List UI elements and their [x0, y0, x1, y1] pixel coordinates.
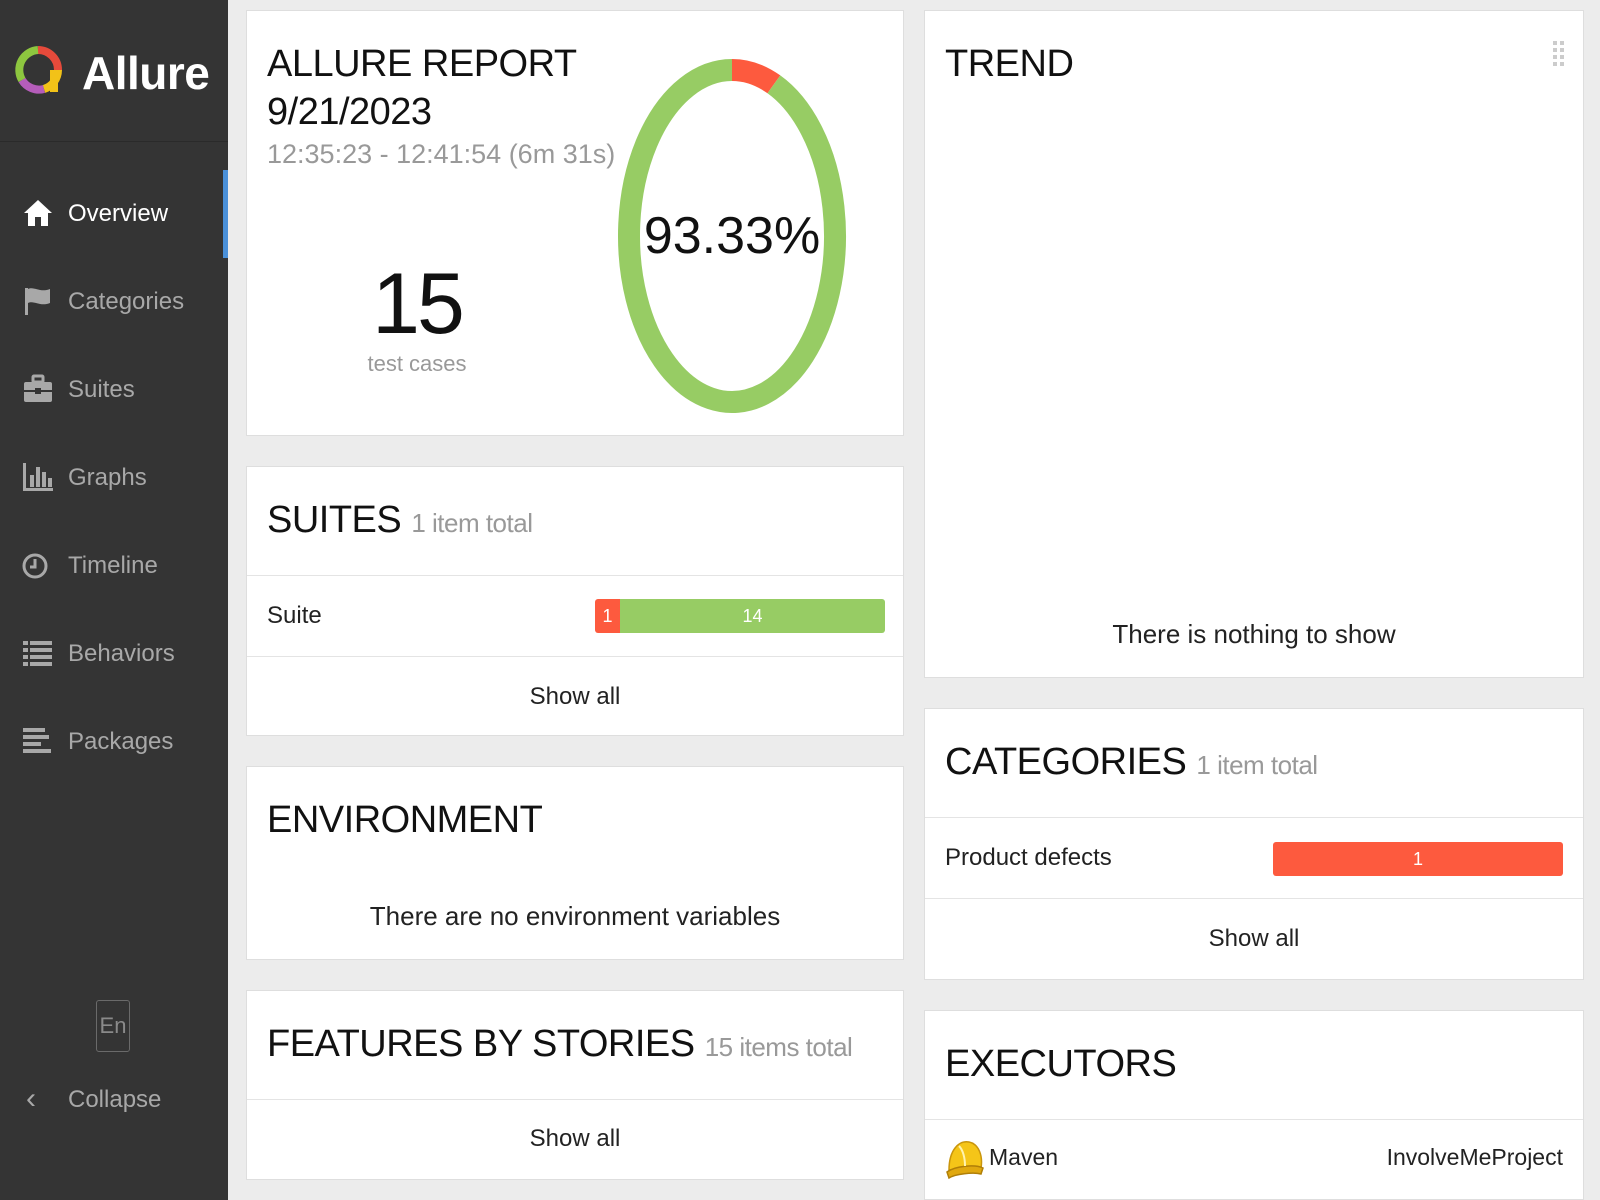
executors-title: EXECUTORS	[945, 1043, 1177, 1085]
collapse-label: Collapse	[68, 1086, 162, 1113]
environment-widget: ENVIRONMENT There are no environment var…	[246, 766, 904, 960]
suites-show-all-link[interactable]: Show all	[247, 683, 903, 711]
flag-icon	[25, 288, 50, 315]
failed-slice[interactable]	[731, 59, 781, 94]
passed-segment[interactable]: 14	[620, 599, 885, 633]
environment-title: ENVIRONMENT	[267, 799, 543, 841]
sidebar: Allure Overview Categories Suites Graphs…	[0, 0, 228, 1200]
sidebar-item-overview[interactable]: Overview	[0, 170, 228, 258]
suite-status-bar[interactable]: 1 14	[595, 599, 885, 633]
sidebar-item-label: Categories	[68, 288, 185, 315]
features-widget: FEATURES BY STORIES 15 items total Show …	[246, 990, 904, 1180]
chevron-left-icon: ‹	[26, 1082, 36, 1115]
suite-row[interactable]: Suite 1 14	[247, 576, 903, 656]
success-rate-donut[interactable]: 93.33%	[607, 51, 857, 431]
executor-name: Maven	[989, 1144, 1059, 1170]
categories-count: 1 item total	[1196, 750, 1318, 780]
trend-empty-message: There is nothing to show	[1112, 619, 1396, 649]
sidebar-item-label: Graphs	[68, 464, 147, 491]
category-row[interactable]: Product defects 1	[925, 818, 1583, 898]
failed-segment[interactable]: 1	[595, 599, 620, 633]
sidebar-item-timeline[interactable]: Timeline	[0, 522, 228, 610]
categories-widget: CATEGORIES 1 item total Product defects …	[924, 708, 1584, 980]
sidebar-item-label: Suites	[68, 376, 135, 403]
environment-empty-message: There are no environment variables	[369, 901, 781, 931]
executors-widget: EXECUTORS Maven InvolveMeProject	[924, 1010, 1584, 1200]
executor-project: InvolveMeProject	[1386, 1144, 1563, 1170]
home-icon	[24, 200, 52, 226]
features-title-row: FEATURES BY STORIES 15 items total	[267, 1023, 853, 1066]
divider	[247, 656, 903, 657]
features-count: 15 items total	[704, 1032, 853, 1062]
divider	[247, 1099, 903, 1100]
executor-row[interactable]: Maven InvolveMeProject	[925, 1120, 1583, 1200]
trend-title: TREND	[945, 43, 1074, 85]
categories-title: CATEGORIES	[945, 741, 1187, 783]
sidebar-item-suites[interactable]: Suites	[0, 346, 228, 434]
summary-widget: ALLURE REPORT 9/21/2023 12:35:23 - 12:41…	[246, 10, 904, 436]
sidebar-item-label: Behaviors	[68, 640, 175, 667]
sidebar-item-label: Overview	[68, 200, 169, 227]
report-title: ALLURE REPORT	[267, 43, 577, 85]
sidebar-item-graphs[interactable]: Graphs	[0, 434, 228, 522]
list-icon	[23, 641, 52, 666]
suites-title-row: SUITES 1 item total	[267, 499, 533, 542]
categories-title-row: CATEGORIES 1 item total	[945, 741, 1318, 784]
maven-helmet-icon	[946, 1141, 984, 1180]
features-title: FEATURES BY STORIES	[267, 1023, 695, 1065]
briefcase-icon	[24, 374, 52, 402]
app-name: Allure	[82, 47, 210, 99]
success-rate-text: 93.33%	[644, 207, 820, 265]
language-switch[interactable]: En	[96, 1000, 130, 1052]
report-time-range: 12:35:23 - 12:41:54 (6m 31s)	[267, 139, 616, 169]
suites-title: SUITES	[267, 499, 402, 541]
allure-logo-icon	[15, 46, 62, 94]
sidebar-item-categories[interactable]: Categories	[0, 258, 228, 346]
category-name: Product defects	[945, 844, 1112, 871]
report-date: 9/21/2023	[267, 91, 432, 133]
align-left-icon	[23, 728, 51, 753]
category-bar[interactable]: 1	[1273, 842, 1563, 876]
drag-handle-icon[interactable]	[1553, 41, 1565, 73]
categories-show-all-link[interactable]: Show all	[925, 925, 1583, 953]
suites-widget: SUITES 1 item total Suite 1 14 Show all	[246, 466, 904, 736]
sidebar-item-behaviors[interactable]: Behaviors	[0, 610, 228, 698]
collapse-button[interactable]: ‹ Collapse	[0, 1080, 228, 1120]
sidebar-item-label: Packages	[68, 728, 174, 755]
trend-widget: TREND There is nothing to show	[924, 10, 1584, 678]
clock-icon	[22, 553, 48, 579]
sidebar-item-packages[interactable]: Packages	[0, 698, 228, 786]
suite-name: Suite	[267, 602, 322, 629]
brand[interactable]: Allure	[0, 0, 228, 142]
suites-count: 1 item total	[411, 508, 533, 538]
test-case-count: 15	[372, 256, 465, 352]
divider	[925, 898, 1583, 899]
sidebar-item-label: Timeline	[68, 552, 158, 579]
test-case-label: test cases	[367, 351, 467, 376]
bar-chart-icon	[23, 463, 53, 491]
features-show-all-link[interactable]: Show all	[247, 1125, 903, 1153]
